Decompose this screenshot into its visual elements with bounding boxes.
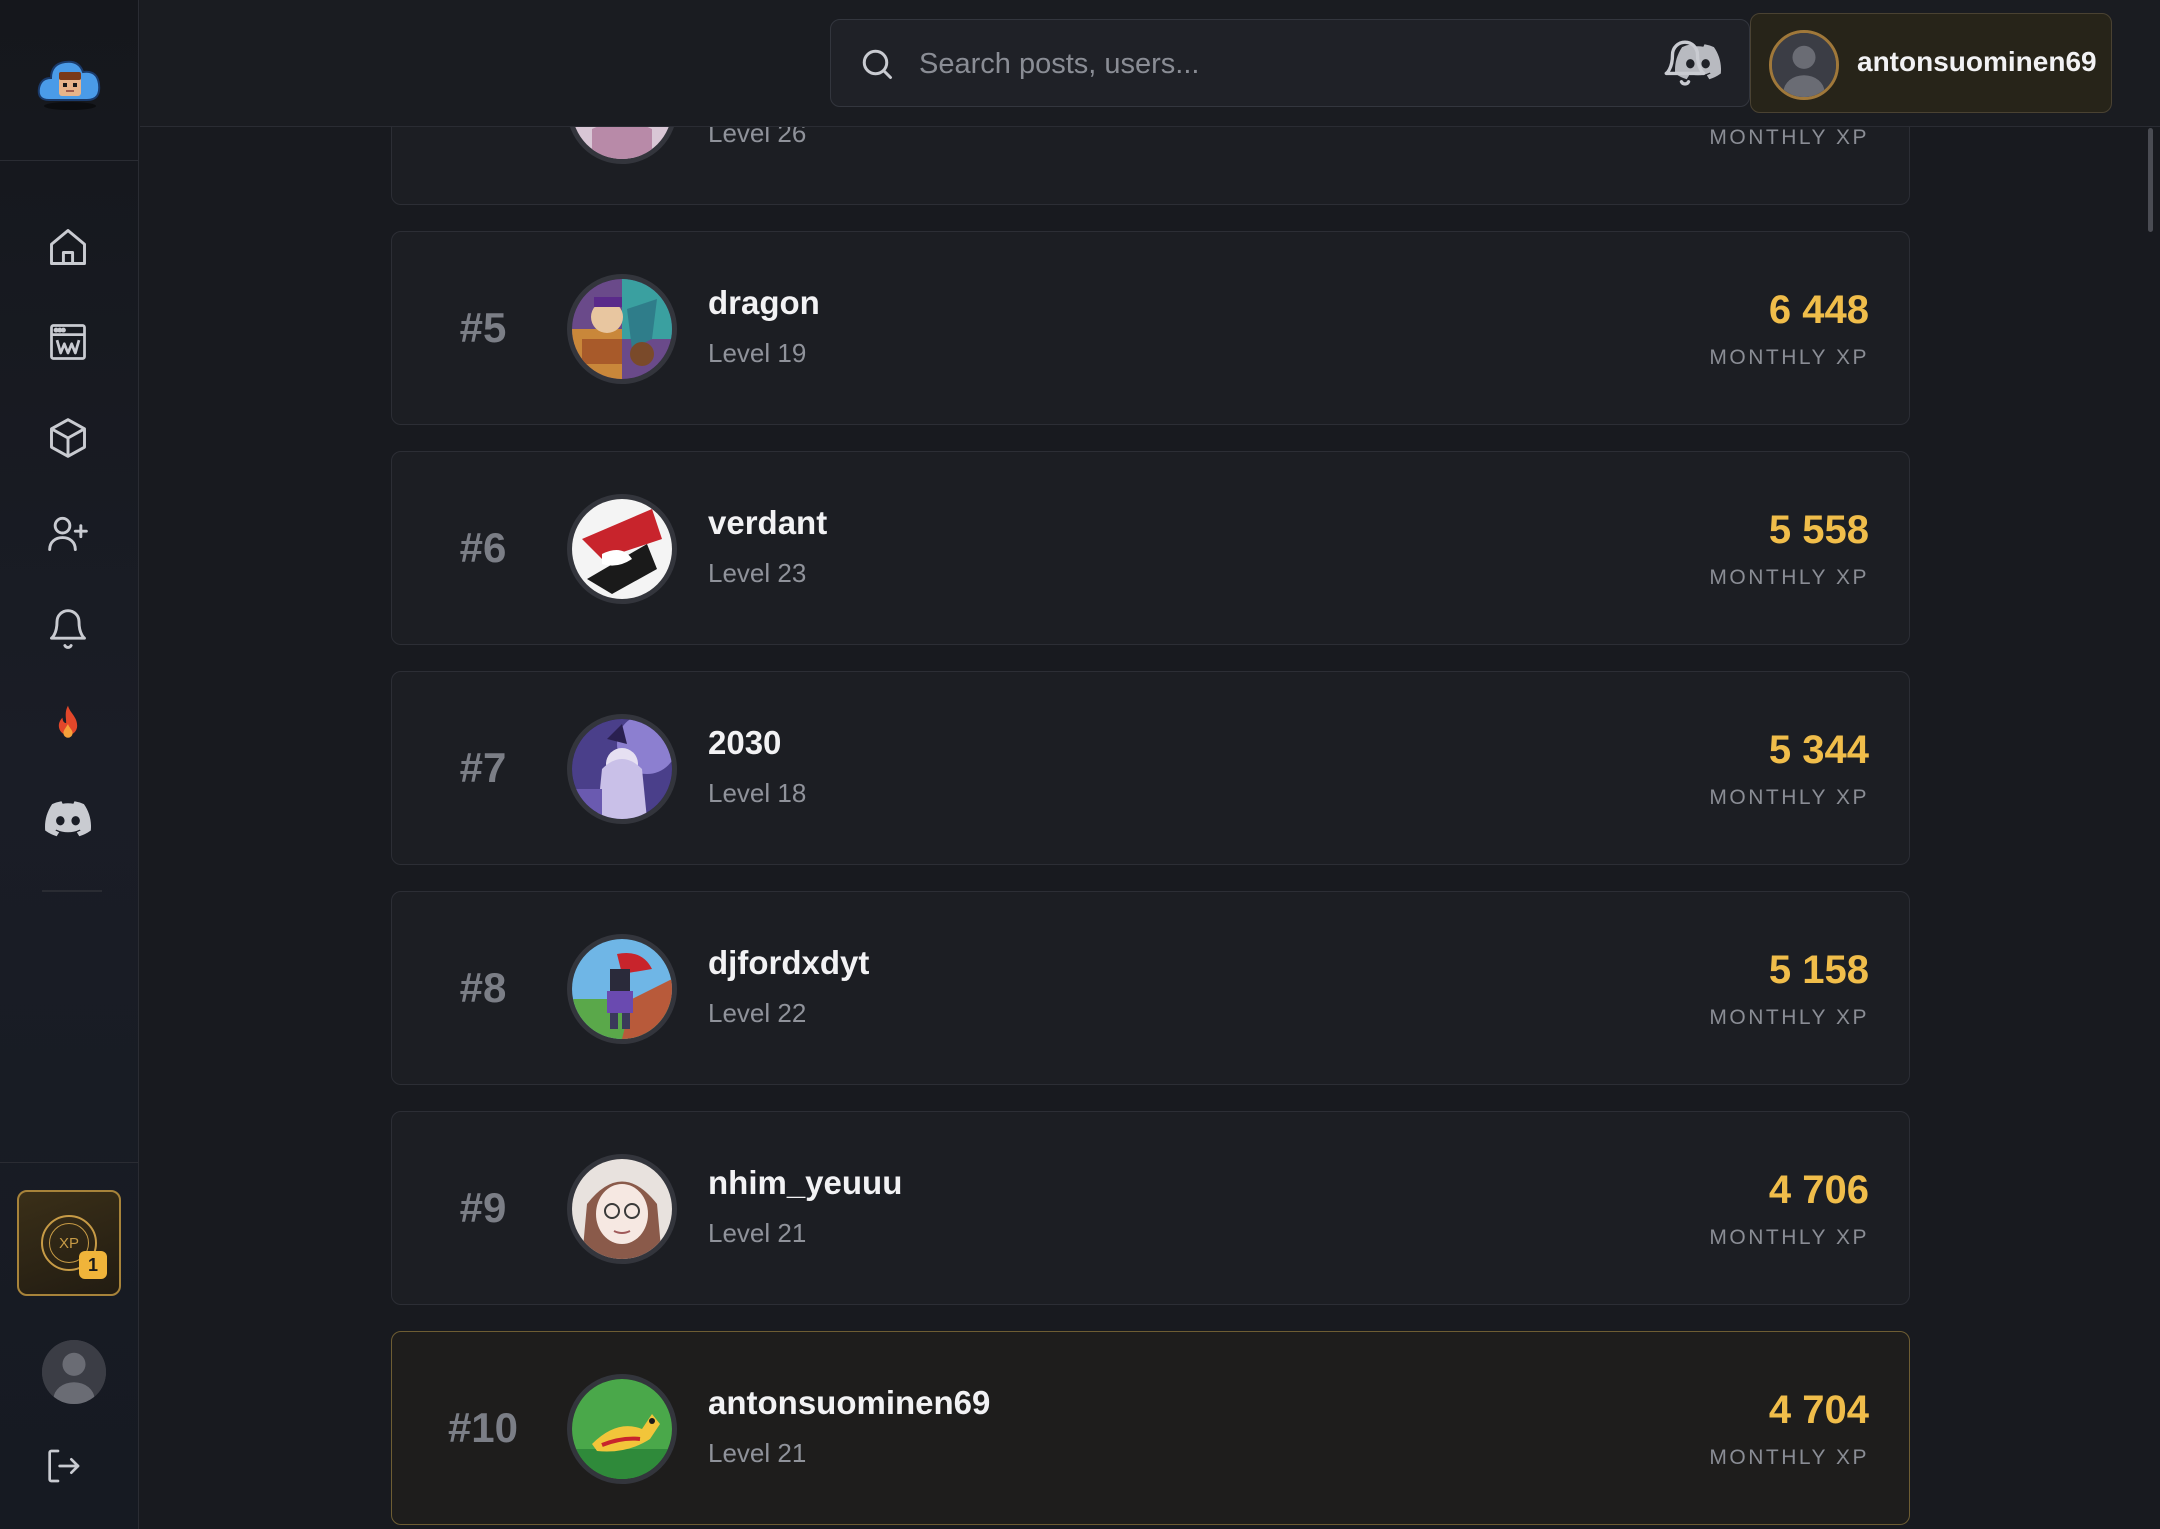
app-logo[interactable]	[0, 0, 139, 161]
xp-value: 6 448	[1768, 288, 1869, 332]
xp-value: 5 558	[1768, 508, 1869, 552]
user-avatar	[567, 494, 677, 604]
rank-number: #6	[459, 524, 507, 571]
wiki-icon	[50, 324, 86, 360]
fire-icon	[58, 705, 78, 738]
top-bar: antonsuominen69	[140, 0, 2160, 127]
leaderboard-row[interactable]: #8 djfordxdyt Level 22 5 158 MONTHLY XP	[391, 891, 1910, 1085]
rank-number: #9	[459, 1184, 507, 1231]
user-level: Level 21	[708, 1218, 807, 1248]
xp-label: XP	[58, 1234, 79, 1252]
leaderboard: Level 26 MONTHLY XP #5 dragon Level 19 6…	[0, 0, 2160, 1529]
xp-value: 5 158	[1768, 948, 1869, 992]
monthly-xp-label: MONTHLY XP	[1709, 1226, 1869, 1249]
xp-value: 4 704	[1768, 1388, 1869, 1432]
logout-button[interactable]	[38, 1438, 88, 1494]
search-box[interactable]	[830, 19, 1750, 107]
user-avatar	[567, 1374, 677, 1484]
sidebar-item-home[interactable]	[38, 217, 98, 277]
username[interactable]: antonsuominen69	[708, 1384, 990, 1422]
user-avatar	[567, 934, 677, 1044]
username[interactable]: nhim_yeuuu	[708, 1164, 902, 1202]
home-icon	[50, 229, 86, 265]
cube-icon	[50, 418, 86, 458]
monthly-xp-label: MONTHLY XP	[1709, 1446, 1869, 1469]
xp-value: 5 344	[1768, 728, 1869, 772]
username[interactable]: djfordxdyt	[708, 944, 869, 982]
profile-avatar[interactable]	[42, 1340, 106, 1404]
rank-number: #8	[459, 964, 507, 1011]
username[interactable]: dragon	[708, 284, 820, 322]
rank-number: #5	[459, 304, 507, 351]
monthly-xp-label: MONTHLY XP	[1709, 346, 1869, 369]
user-menu-button[interactable]: antonsuominen69	[1750, 13, 2112, 113]
search-input[interactable]	[917, 40, 1597, 88]
add-user-icon	[48, 516, 88, 551]
user-level: Level 22	[708, 998, 807, 1028]
leaderboard-row[interactable]: #7 2030 Level 18 5 344 MONTHLY XP	[391, 671, 1910, 865]
xp-value: 4 706	[1768, 1168, 1869, 1212]
sidebar-item-trending[interactable]	[38, 694, 98, 754]
user-level: Level 18	[708, 778, 807, 808]
bell-icon	[50, 609, 86, 649]
sidebar-divider	[42, 890, 102, 892]
leaderboard-row-current-user[interactable]: #10 antonsuominen69 Level 21 4 704 MONTH…	[391, 1331, 1910, 1525]
xp-rewards-button[interactable]: XP 1	[17, 1190, 121, 1296]
sidebar-item-resources[interactable]	[38, 408, 98, 468]
username: antonsuominen69	[1857, 46, 2097, 77]
logo-icon	[37, 60, 100, 110]
monthly-xp-label: MONTHLY XP	[1709, 1006, 1869, 1029]
leaderboard-row[interactable]: #5 dragon Level 19 6 448 MONTHLY XP	[391, 231, 1910, 425]
user-avatar	[567, 274, 677, 384]
sidebar-item-add-friend[interactable]	[38, 503, 98, 563]
user-level: Level 21	[708, 1438, 807, 1468]
monthly-xp-label: MONTHLY XP	[1709, 566, 1869, 589]
username[interactable]: verdant	[708, 504, 827, 542]
user-avatar	[567, 714, 677, 824]
rank-number: #7	[459, 744, 507, 791]
sidebar-bottom-divider	[0, 1162, 139, 1163]
user-level: Level 19	[708, 338, 807, 368]
sidebar: XP 1	[0, 0, 139, 1529]
monthly-xp-label: MONTHLY XP	[1709, 786, 1869, 809]
leaderboard-row[interactable]: #6 verdant Level 23 5 558 MONTHLY XP	[391, 451, 1910, 645]
sidebar-item-wiki[interactable]	[38, 312, 98, 372]
sidebar-item-discord[interactable]	[38, 790, 98, 850]
logout-icon	[48, 1449, 80, 1483]
search-icon	[862, 49, 892, 79]
rank-number: #10	[447, 1404, 519, 1451]
user-avatar	[567, 1154, 677, 1264]
user-level: Level 23	[708, 558, 807, 588]
xp-count-badge: 1	[79, 1251, 107, 1279]
xp-icon: XP 1	[41, 1215, 107, 1279]
scrollbar-thumb[interactable]	[2148, 128, 2153, 232]
leaderboard-row[interactable]: #9 nhim_yeuuu Level 21 4 706 MONTHLY XP	[391, 1111, 1910, 1305]
username[interactable]: 2030	[708, 724, 781, 762]
discord-icon	[45, 801, 91, 837]
monthly-xp-label: MONTHLY XP	[1709, 126, 1869, 149]
bell-icon[interactable]	[1660, 38, 1710, 88]
avatar	[1769, 30, 1839, 100]
sidebar-item-notifications[interactable]	[38, 599, 98, 659]
